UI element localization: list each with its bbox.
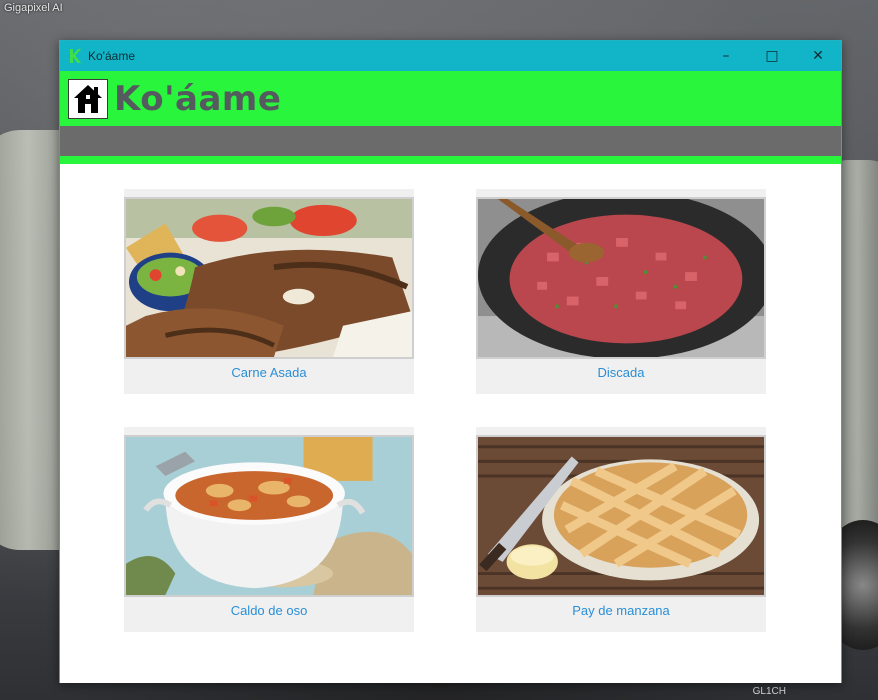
carne-asada-photo[interactable] bbox=[124, 197, 414, 359]
app-window: Ko'áame – □ ✕ Ko'áame Carne Asada Discad… bbox=[59, 40, 842, 683]
app-k-icon bbox=[68, 49, 82, 63]
discada-photo[interactable] bbox=[476, 197, 766, 359]
nav-bar bbox=[60, 126, 841, 156]
desktop-label-bottom-right: GL1CH bbox=[752, 686, 786, 697]
dish-label-carne-asada: Carne Asada bbox=[231, 365, 307, 380]
window-title: Ko'áame bbox=[88, 49, 135, 63]
pay-de-manzana-photo[interactable] bbox=[476, 435, 766, 597]
dish-card-caldo-de-oso[interactable]: Caldo de oso bbox=[124, 427, 414, 632]
window-titlebar[interactable]: Ko'áame – □ ✕ bbox=[60, 41, 841, 71]
dish-grid: Carne Asada Discada Caldo de oso Pay de … bbox=[60, 164, 841, 683]
dish-card-pay-de-manzana[interactable]: Pay de manzana bbox=[476, 427, 766, 632]
minimize-button[interactable]: – bbox=[703, 41, 749, 71]
brand-title: Ko'áame bbox=[114, 78, 282, 119]
window-controls: – □ ✕ bbox=[703, 41, 841, 71]
desktop-label-top-left: Gigapixel AI bbox=[4, 2, 63, 14]
dish-label-discada: Discada bbox=[597, 365, 645, 380]
header-band: Ko'áame bbox=[60, 71, 841, 126]
maximize-button[interactable]: □ bbox=[749, 41, 795, 71]
accent-strip bbox=[60, 156, 841, 164]
dish-label-caldo-de-oso: Caldo de oso bbox=[230, 603, 308, 618]
dish-label-pay-de-manzana: Pay de manzana bbox=[572, 603, 670, 618]
dish-card-carne-asada[interactable]: Carne Asada bbox=[124, 189, 414, 394]
home-icon[interactable] bbox=[68, 78, 108, 119]
caldo-de-oso-photo[interactable] bbox=[124, 435, 414, 597]
close-button[interactable]: ✕ bbox=[795, 41, 841, 71]
dish-card-discada[interactable]: Discada bbox=[476, 189, 766, 394]
